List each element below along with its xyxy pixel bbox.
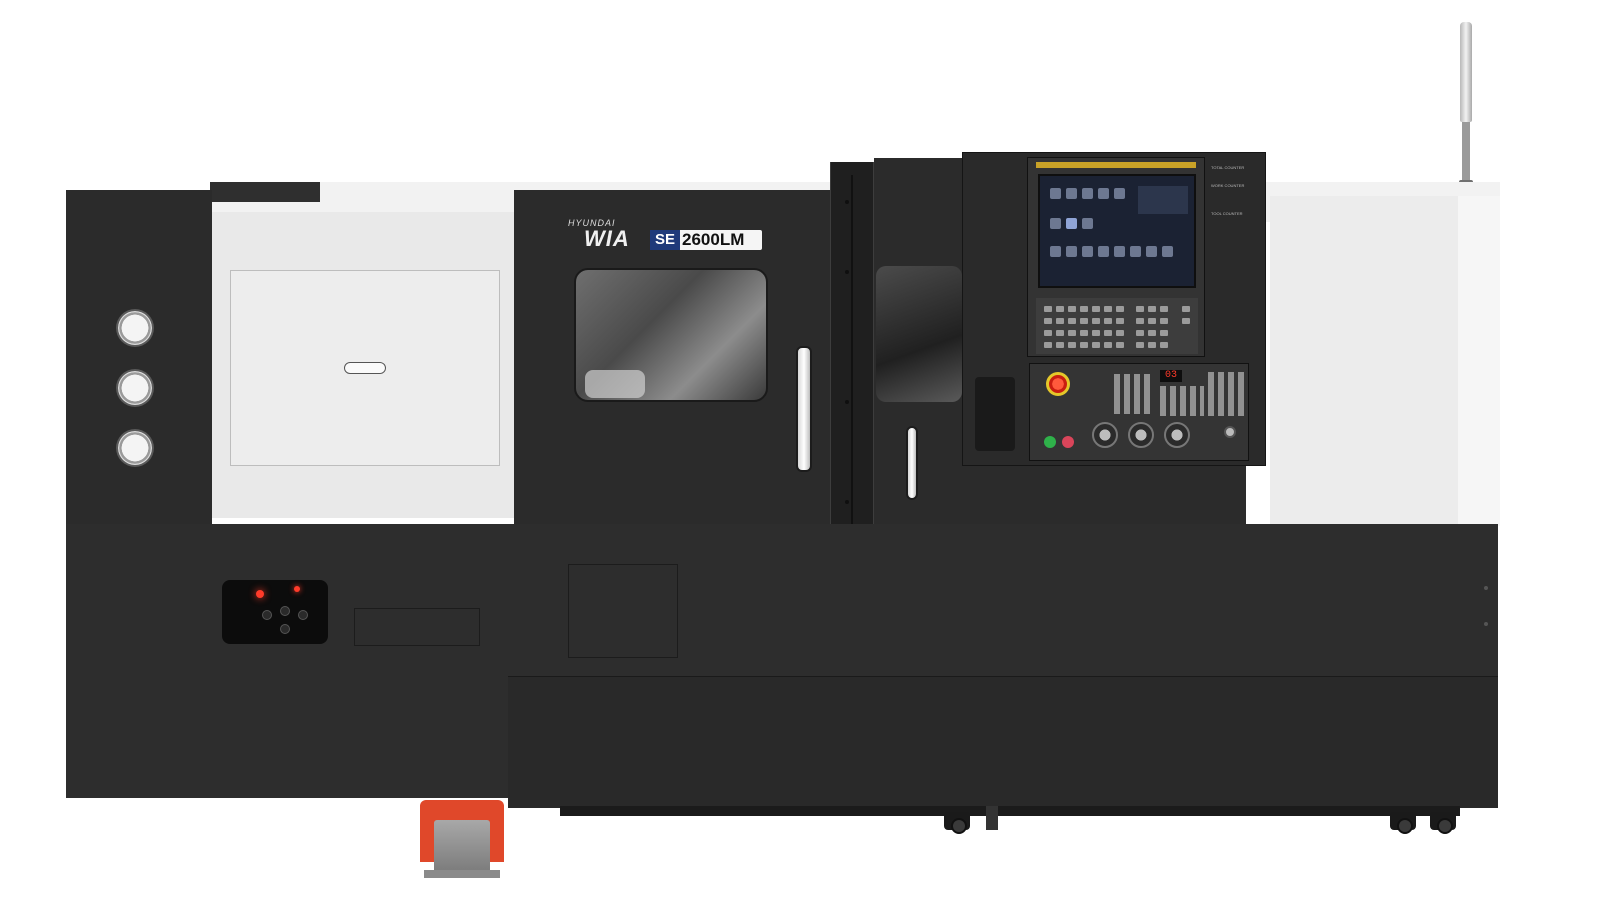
door-handle[interactable]: [796, 346, 812, 472]
cnc-screen: [1038, 174, 1196, 288]
feed-override-knob[interactable]: [1092, 422, 1118, 448]
menu-icon[interactable]: [1114, 188, 1125, 199]
spindle-display: 03: [1160, 370, 1182, 382]
screw: [1484, 622, 1488, 626]
cover-slot-handle[interactable]: [344, 362, 386, 374]
screw: [845, 400, 849, 404]
pressure-gauge-icon: [118, 311, 152, 345]
port: [262, 610, 272, 620]
hydraulic-ports: [222, 580, 328, 644]
screw: [1484, 586, 1488, 590]
stop-button[interactable]: [1062, 436, 1074, 448]
tool-door-window: [876, 266, 962, 402]
menu-icon[interactable]: [1162, 246, 1173, 257]
signal-tower-neck: [1462, 122, 1470, 182]
signal-tower-icon: [1460, 22, 1472, 122]
base-rail: [560, 806, 1460, 816]
cnc-keyboard: [1036, 298, 1198, 354]
base-lower-panel: [508, 676, 1498, 808]
pressure-gauge-2: [118, 371, 152, 405]
screen-info-box: [1138, 186, 1188, 214]
menu-icon[interactable]: [1098, 246, 1109, 257]
pressure-gauge-3: [118, 431, 152, 465]
menu-icon[interactable]: [1066, 246, 1077, 257]
right-vertical-cover: [1458, 196, 1500, 526]
menu-icon[interactable]: [1114, 246, 1125, 257]
screw: [845, 200, 849, 204]
start-button[interactable]: [1044, 436, 1056, 448]
counter-label-total: TOTAL COUNTER: [1211, 165, 1245, 170]
aux-button-block[interactable]: [1208, 372, 1244, 416]
menu-icon[interactable]: [1082, 188, 1093, 199]
counter-label-tool: TOOL COUNTER: [1211, 211, 1243, 216]
operator-panel: 03: [1029, 363, 1249, 461]
counter-label-work: WORK COUNTER: [1211, 183, 1245, 188]
port: [280, 606, 290, 616]
emergency-stop-icon[interactable]: [1046, 372, 1070, 396]
red-indicator-light: [256, 590, 264, 598]
menu-icon[interactable]: [1130, 246, 1141, 257]
mode-button-block[interactable]: [1114, 374, 1154, 414]
spindle-override-knob[interactable]: [1128, 422, 1154, 448]
menu-icon[interactable]: [1098, 188, 1109, 199]
caster-wheel: [1390, 812, 1416, 834]
menu-icon[interactable]: [1082, 246, 1093, 257]
menu-icon[interactable]: [1050, 246, 1061, 257]
key-switch[interactable]: [1224, 426, 1236, 438]
cnc-unit: [1027, 157, 1205, 357]
caster-wheel: [1430, 812, 1456, 834]
brand-badge: HYUNDAI WIA SE 2600LM: [568, 218, 768, 252]
foot-pedal-base: [424, 870, 500, 878]
menu-icon[interactable]: [1146, 246, 1157, 257]
base-label-plate: [354, 608, 480, 646]
menu-icon[interactable]: [1082, 218, 1093, 229]
caster-wheel: [944, 812, 970, 834]
series-tag: SE: [650, 230, 680, 250]
top-guard-dark-left: [210, 182, 320, 202]
tool-door-handle[interactable]: [906, 426, 918, 500]
foot-pedal-plate[interactable]: [434, 820, 490, 874]
pressure-gauge-icon: [118, 431, 152, 465]
pressure-gauge-1: [118, 311, 152, 345]
panel-skirt: [962, 464, 1246, 530]
signal-tower: [1456, 22, 1476, 192]
red-indicator-light-2: [294, 586, 300, 592]
base-access-panel: [568, 564, 678, 658]
port: [298, 610, 308, 620]
headstock-column: [66, 190, 212, 530]
screw: [845, 500, 849, 504]
cnc-brand-strip: [1036, 162, 1196, 168]
axis-button-block[interactable]: [1160, 386, 1204, 416]
menu-icon[interactable]: [1066, 188, 1077, 199]
control-panel: TOTAL COUNTER WORK COUNTER TOOL COUNTER …: [962, 152, 1266, 466]
door-frame-line: [851, 175, 853, 545]
door-window-highlight: [585, 370, 645, 398]
menu-icon[interactable]: [1050, 188, 1061, 199]
menu-icon[interactable]: [1050, 218, 1061, 229]
brand-logo: WIA: [584, 226, 630, 251]
menu-icon[interactable]: [1066, 218, 1077, 229]
panel-speaker: [975, 377, 1015, 451]
leveling-foot: [986, 806, 998, 830]
model-number: 2600LM: [682, 230, 745, 249]
rapid-override-knob[interactable]: [1164, 422, 1190, 448]
pressure-gauge-icon: [118, 371, 152, 405]
screw: [845, 270, 849, 274]
foot-pedal-icon[interactable]: [420, 800, 504, 878]
port: [280, 624, 290, 634]
